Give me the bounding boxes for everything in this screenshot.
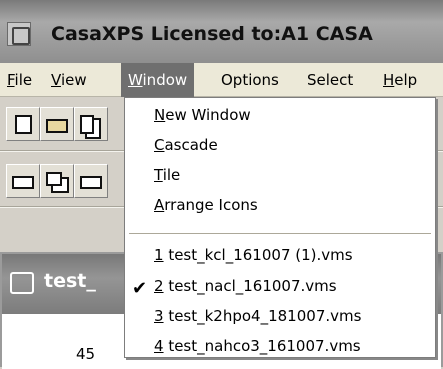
menu-file[interactable]: File bbox=[0, 63, 39, 97]
arrange-icon bbox=[80, 176, 102, 189]
menu-options[interactable]: Options bbox=[214, 63, 286, 97]
menu-item-file-1[interactable]: 1 test_kcl_161007 (1).vms bbox=[154, 242, 353, 268]
open-file-button[interactable] bbox=[40, 107, 74, 141]
folder-open-icon bbox=[46, 119, 68, 133]
new-file-button[interactable] bbox=[6, 107, 40, 141]
menu-item-file-3[interactable]: 3 test_k2hpo4_181007.vms bbox=[154, 303, 361, 329]
app-icon[interactable] bbox=[7, 22, 31, 46]
window-icon bbox=[12, 176, 34, 189]
menu-help[interactable]: Help bbox=[376, 63, 424, 97]
menu-window[interactable]: Window bbox=[121, 63, 195, 97]
checkmark-icon: ✔ bbox=[132, 278, 148, 299]
menu-view[interactable]: View bbox=[44, 63, 94, 97]
menu-item-arrange-icons[interactable]: Arrange Icons bbox=[154, 192, 258, 218]
y-axis-value: 45 bbox=[76, 345, 96, 363]
menu-item-new-window[interactable]: New Window bbox=[154, 102, 251, 128]
window-menu-dropdown: New Window Cascade Tile Arrange Icons 1 … bbox=[124, 97, 436, 358]
menu-separator bbox=[129, 233, 431, 235]
menu-item-file-2[interactable]: 2 test_nacl_161007.vms bbox=[154, 273, 337, 299]
menu-item-tile[interactable]: Tile bbox=[154, 162, 180, 188]
menu-select[interactable]: Select bbox=[300, 63, 360, 97]
menu-item-file-4[interactable]: 4 test_nahco3_161007.vms bbox=[154, 333, 361, 359]
cascade-button[interactable] bbox=[40, 164, 74, 198]
menu-item-cascade[interactable]: Cascade bbox=[154, 132, 218, 158]
copy-icon bbox=[80, 115, 94, 134]
cascade-icon bbox=[46, 172, 62, 186]
copy-button[interactable] bbox=[74, 107, 108, 141]
menu-bar: File View Window Options Select Help bbox=[0, 63, 443, 97]
title-bar: CasaXPS Licensed to:A1 CASA bbox=[0, 0, 443, 63]
document-icon bbox=[10, 272, 34, 294]
tile-button[interactable] bbox=[6, 164, 40, 198]
arrange-button[interactable] bbox=[74, 164, 108, 198]
new-file-icon bbox=[15, 115, 32, 134]
child-window-title: test_ bbox=[44, 270, 96, 292]
window-title: CasaXPS Licensed to:A1 CASA bbox=[51, 23, 373, 45]
